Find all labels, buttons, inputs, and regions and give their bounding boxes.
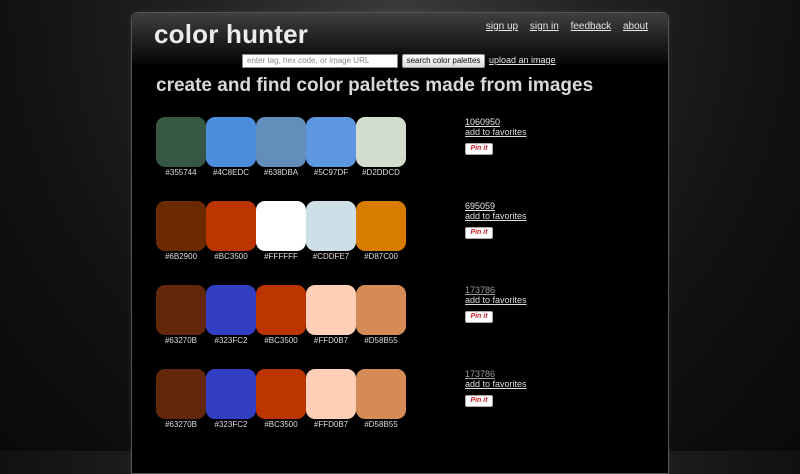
hex-code-label: #D87C00 — [364, 252, 398, 261]
color-swatch[interactable] — [256, 285, 306, 335]
color-swatch[interactable] — [206, 285, 256, 335]
pin-it-button[interactable]: Pin it — [465, 395, 493, 407]
color-swatch[interactable] — [156, 117, 206, 167]
add-to-favorites-link[interactable]: add to favorites — [465, 127, 545, 137]
view-count-link[interactable]: 1060950 — [465, 117, 545, 127]
color-swatch[interactable] — [256, 201, 306, 251]
top-nav: sign up sign in feedback about — [477, 21, 648, 33]
color-swatch[interactable] — [156, 369, 206, 419]
color-swatch[interactable] — [256, 117, 306, 167]
palette-row: #355744 #4C8EDC #638DBA #5C97DF #D2DDCD 10609… — [156, 117, 656, 187]
hex-code-label: #323FC2 — [214, 420, 248, 429]
hex-code-label: #4C8EDC — [212, 168, 249, 177]
search-input[interactable] — [242, 54, 398, 68]
nav-sign-up-link[interactable]: sign up — [486, 21, 518, 32]
palette-row: #63270B #323FC2 #BC3500 #FFD0B7 #D58B55 17378… — [156, 369, 656, 439]
hex-code-label: #D2DDCD — [362, 168, 400, 177]
palette-meta: 173786 add to favorites Pin it — [465, 369, 545, 407]
hex-code-label: #638DBA — [263, 168, 299, 177]
upload-image-link[interactable]: upload an image — [489, 55, 556, 65]
hex-code-label: #FFD0B7 — [313, 336, 349, 345]
palette-meta: 1060950 add to favorites Pin it — [465, 117, 545, 155]
hex-code-label: #5C97DF — [313, 168, 349, 177]
site-logo[interactable]: color hunter — [154, 19, 308, 49]
hex-code-label: #BC3500 — [214, 252, 248, 261]
add-to-favorites-link[interactable]: add to favorites — [465, 379, 545, 389]
hex-code-label: #63270B — [164, 336, 198, 345]
hex-code-label: #D58B55 — [364, 420, 398, 429]
search-button[interactable]: search color palettes — [402, 54, 485, 68]
add-to-favorites-link[interactable]: add to favorites — [465, 295, 545, 305]
palette-meta: 173786 add to favorites Pin it — [465, 285, 545, 323]
hex-code-label: #FFFFFF — [264, 252, 298, 261]
view-count-link[interactable]: 173786 — [465, 369, 545, 379]
hex-code-label: #63270B — [164, 420, 198, 429]
hex-code-label: #D58B55 — [364, 336, 398, 345]
view-count-link[interactable]: 695059 — [465, 201, 545, 211]
color-swatch[interactable] — [356, 117, 406, 167]
pin-it-button[interactable]: Pin it — [465, 311, 493, 323]
nav-sign-in-link[interactable]: sign in — [530, 21, 559, 32]
color-swatch[interactable] — [356, 285, 406, 335]
nav-about-link[interactable]: about — [623, 21, 648, 32]
color-swatch[interactable] — [356, 369, 406, 419]
hex-code-label: #355744 — [165, 168, 197, 177]
color-swatch[interactable] — [306, 369, 356, 419]
color-swatch[interactable] — [356, 201, 406, 251]
hex-code-label: #6B2900 — [164, 252, 198, 261]
pin-it-button[interactable]: Pin it — [465, 143, 493, 155]
palette-row: #63270B #323FC2 #BC3500 #FFD0B7 #D58B55 17378… — [156, 285, 656, 355]
pin-it-button[interactable]: Pin it — [465, 227, 493, 239]
color-swatch[interactable] — [156, 285, 206, 335]
view-count-link[interactable]: 173786 — [465, 285, 545, 295]
palette-meta: 695059 add to favorites Pin it — [465, 201, 545, 239]
page-headline: create and find color palettes made from… — [156, 75, 594, 96]
color-swatch[interactable] — [156, 201, 206, 251]
color-swatch[interactable] — [256, 369, 306, 419]
color-swatch[interactable] — [306, 285, 356, 335]
color-swatch[interactable] — [206, 201, 256, 251]
hex-code-label: #CDDFE7 — [312, 252, 350, 261]
color-swatch[interactable] — [206, 117, 256, 167]
color-swatch[interactable] — [306, 201, 356, 251]
nav-feedback-link[interactable]: feedback — [571, 21, 612, 32]
color-swatch[interactable] — [206, 369, 256, 419]
palette-row: #6B2900 #BC3500 #FFFFFF #CDDFE7 #D87C00 69505… — [156, 201, 656, 271]
hex-code-label: #BC3500 — [264, 336, 298, 345]
color-swatch[interactable] — [306, 117, 356, 167]
hex-code-label: #FFD0B7 — [313, 420, 349, 429]
site-frame: color hunter sign up sign in feedback ab… — [131, 12, 669, 474]
add-to-favorites-link[interactable]: add to favorites — [465, 211, 545, 221]
hex-code-label: #BC3500 — [264, 420, 298, 429]
hex-code-label: #323FC2 — [214, 336, 248, 345]
